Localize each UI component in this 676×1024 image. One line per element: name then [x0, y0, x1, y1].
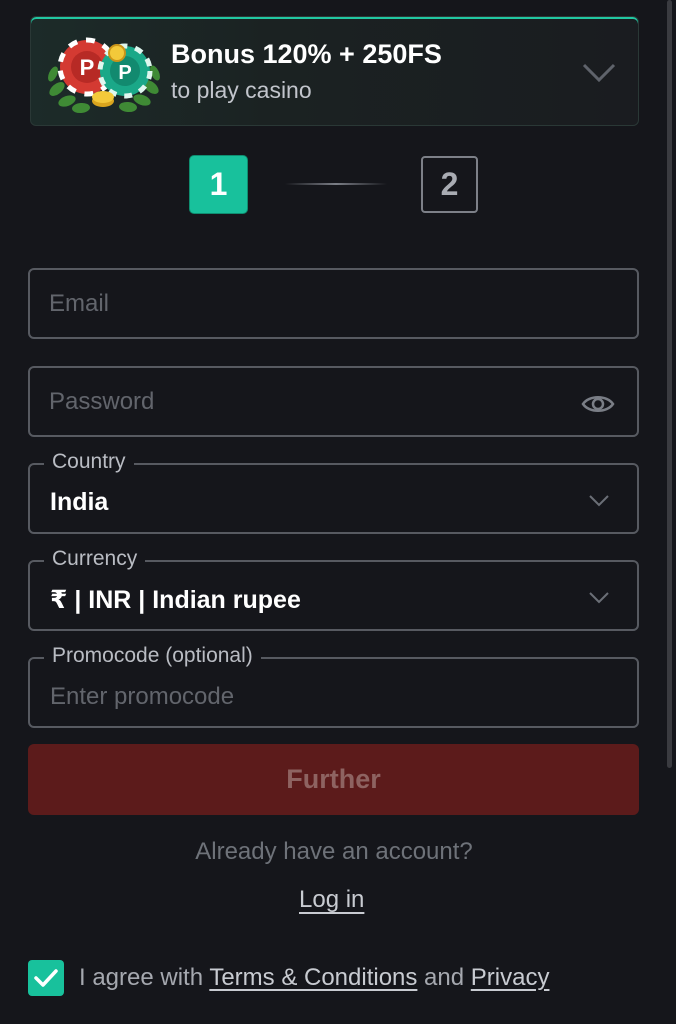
email-field[interactable]: Email: [28, 268, 639, 339]
chevron-down-icon[interactable]: [582, 63, 616, 83]
currency-value: ₹ | INR | Indian rupee: [50, 586, 301, 614]
checkmark-icon: [34, 969, 58, 987]
step-1-indicator: 1: [190, 156, 247, 213]
eye-icon[interactable]: [581, 392, 615, 416]
chevron-down-icon: [589, 592, 609, 604]
promocode-label: Promocode (optional): [44, 644, 261, 668]
already-have-account-text: Already have an account?: [195, 838, 473, 865]
currency-select[interactable]: Currency ₹ | INR | Indian rupee: [28, 547, 639, 631]
svg-text:P: P: [80, 55, 95, 80]
login-link[interactable]: Log in: [299, 886, 364, 914]
step-2-indicator: 2: [421, 156, 478, 213]
scrollbar[interactable]: [667, 0, 672, 768]
registration-page: P P Bonus 120% + 250FS to play casino 1 …: [0, 0, 676, 1024]
agree-checkbox[interactable]: [28, 960, 64, 996]
terms-link[interactable]: Terms & Conditions: [209, 964, 417, 991]
bonus-banner[interactable]: P P Bonus 120% + 250FS to play casino: [30, 16, 639, 126]
currency-label: Currency: [44, 547, 146, 571]
country-label: Country: [44, 450, 134, 474]
agree-middle: and: [417, 964, 471, 991]
step-connector: [285, 183, 387, 185]
privacy-link[interactable]: Privacy: [471, 964, 550, 991]
country-select[interactable]: Country India: [28, 450, 639, 534]
country-value: India: [50, 488, 109, 516]
agree-prefix: I agree with: [79, 964, 210, 991]
promocode-placeholder: Enter promocode: [50, 683, 235, 710]
further-button[interactable]: Further: [28, 744, 639, 815]
agree-text: I agree with Terms & Conditions and Priv…: [79, 964, 549, 992]
bonus-title: Bonus 120% + 250FS: [171, 39, 442, 69]
promocode-field[interactable]: Promocode (optional) Enter promocode: [28, 644, 639, 728]
password-field[interactable]: Password: [28, 366, 639, 437]
bonus-subtitle: to play casino: [171, 77, 312, 103]
chevron-down-icon: [589, 495, 609, 507]
email-placeholder: Email: [49, 290, 110, 317]
svg-text:P: P: [118, 62, 131, 84]
casino-chips-icon: P P: [48, 37, 160, 114]
password-placeholder: Password: [49, 388, 155, 415]
